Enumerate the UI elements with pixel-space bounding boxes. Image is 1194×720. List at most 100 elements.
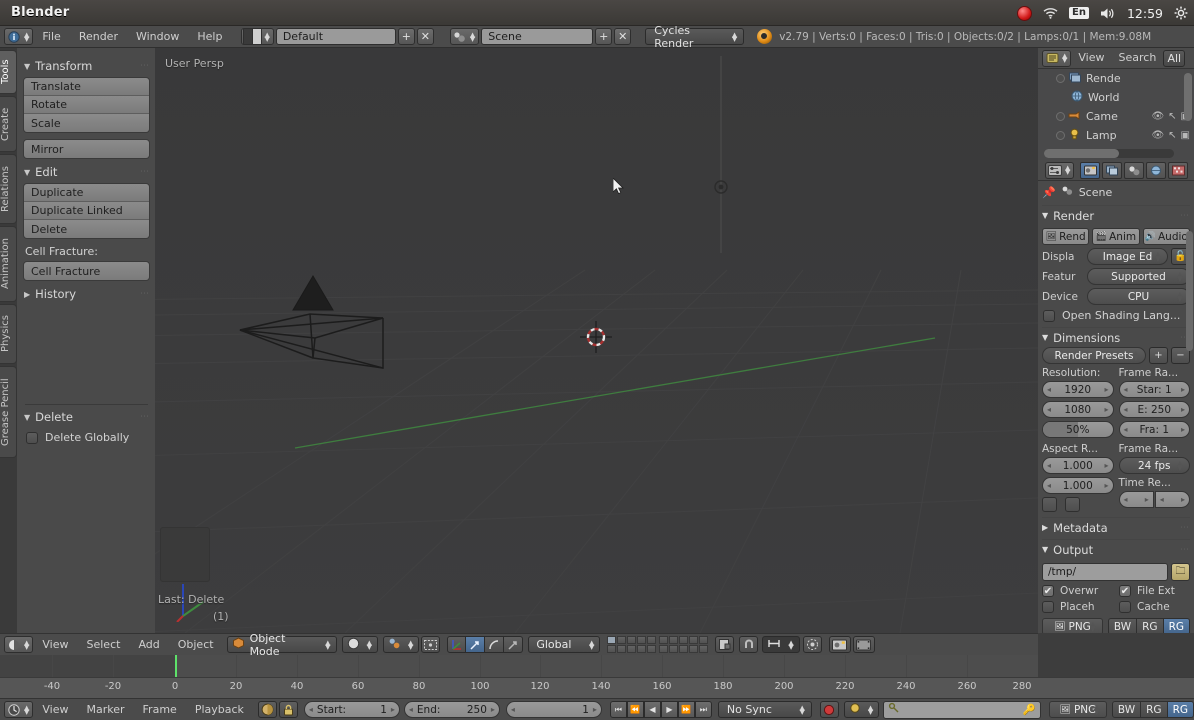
sync-mode-dropdown[interactable]: No Sync ▲ ▼ <box>717 701 812 718</box>
feature-set-dropdown[interactable]: Supported ▲ ▼ <box>1087 268 1190 285</box>
duplicate-linked-button[interactable]: Duplicate Linked <box>24 202 149 220</box>
outliner-row-lamp[interactable]: Lamp 👁 ↖ ▣ <box>1038 126 1194 145</box>
outliner-display-mode-dropdown[interactable]: All <box>1163 49 1186 67</box>
render-audio-button[interactable]: 🔊 Audio <box>1142 228 1190 245</box>
render-presets-dropdown[interactable]: Render Presets ▲ ▼ <box>1042 347 1146 364</box>
keying-set-type-dropdown[interactable]: ▲ ▼ <box>843 701 880 718</box>
delete-globally-row[interactable]: Delete Globally <box>26 431 150 444</box>
crop-checkbox[interactable] <box>1065 497 1080 512</box>
layer-5[interactable] <box>647 636 657 644</box>
expand-toggle-icon[interactable] <box>1056 112 1065 121</box>
manipulator-toggle[interactable] <box>447 636 467 653</box>
3d-viewport[interactable]: User Persp Last: Delete (1) <box>155 48 1038 633</box>
properties-tab-texture[interactable] <box>1168 161 1189 179</box>
outliner-row-camera[interactable]: Came 👁 ↖ ▣ <box>1038 107 1194 126</box>
cell-fracture-button[interactable]: Cell Fracture <box>24 262 149 280</box>
wifi-icon[interactable] <box>1043 7 1058 19</box>
camera-restrict-icon[interactable]: ▣ <box>1181 130 1190 141</box>
menu-window[interactable]: Window <box>127 26 188 48</box>
tab-grease-pencil[interactable]: Grease Pencil <box>0 366 17 458</box>
menu-file[interactable]: File <box>33 26 69 48</box>
properties-scrollbar[interactable] <box>1186 231 1193 351</box>
eye-icon[interactable]: 👁 <box>1151 111 1164 122</box>
start-frame-field[interactable]: ◂ Start: 1 ▸ <box>303 701 400 718</box>
view3d-menu-add[interactable]: Add <box>129 634 168 656</box>
outliner-row-renderlayers[interactable]: Rende <box>1038 69 1194 88</box>
play-reverse-button[interactable]: ◀ <box>643 701 661 718</box>
folder-icon[interactable]: 🗀 <box>1171 563 1190 581</box>
snap-magnet-icon[interactable] <box>739 636 759 653</box>
scale-manipulator-button[interactable] <box>504 636 524 653</box>
view3d-menu-select[interactable]: Select <box>78 634 130 656</box>
active-keying-set-field[interactable]: 🔑 <box>883 700 1041 719</box>
layer-13[interactable] <box>627 645 637 653</box>
render-engine-dropdown[interactable]: Cycles Render ▲ ▼ <box>645 24 745 50</box>
properties-tab-renderlayers[interactable] <box>1102 161 1123 179</box>
layer-10[interactable] <box>699 636 709 644</box>
operator-redo-panel-box[interactable] <box>160 527 210 582</box>
lock-icon[interactable] <box>278 701 298 718</box>
properties-tab-world[interactable] <box>1146 161 1167 179</box>
scene-name-field[interactable]: Scene <box>481 28 594 45</box>
panel-header-edit[interactable]: ▼ Edit ⋯ <box>24 165 150 179</box>
layer-19[interactable] <box>689 645 699 653</box>
auto-keyframe-record-icon[interactable] <box>257 701 277 718</box>
panel-header-dimensions[interactable]: ▼ Dimensions ⋯ <box>1042 327 1190 347</box>
osl-row[interactable]: Open Shading Lang... <box>1043 309 1190 322</box>
pivot-align-toggle[interactable] <box>421 636 441 653</box>
properties-tab-render[interactable] <box>1080 161 1101 179</box>
scene-layers-group-2[interactable] <box>659 636 709 653</box>
layer-20[interactable] <box>699 645 709 653</box>
tab-physics[interactable]: Physics <box>0 304 17 364</box>
previous-keyframe-button[interactable]: ⏪ <box>626 701 644 718</box>
keyboard-language-indicator[interactable]: En <box>1069 7 1089 19</box>
screen-add-button[interactable]: + <box>397 28 415 45</box>
layer-6[interactable] <box>659 636 669 644</box>
next-keyframe-button[interactable]: ⏩ <box>677 701 695 718</box>
duplicate-button[interactable]: Duplicate <box>24 184 149 202</box>
properties-tab-scene[interactable] <box>1124 161 1145 179</box>
color-mode-rgb[interactable]: RG <box>1137 618 1164 633</box>
lamp-object[interactable] <box>707 48 747 258</box>
mirror-button[interactable]: Mirror <box>24 140 149 158</box>
panel-header-render[interactable]: ▼ Render ⋯ <box>1042 205 1190 225</box>
panel-header-metadata[interactable]: ▶ Metadata ⋯ <box>1042 517 1190 537</box>
camera-object-wireframe[interactable] <box>235 218 475 398</box>
expand-toggle-icon[interactable] <box>1056 74 1065 83</box>
frame-start-field[interactable]: ◂ Star: 1 ▸ <box>1118 381 1190 398</box>
render-opengl-anim-icon[interactable] <box>852 636 875 653</box>
layer-7[interactable] <box>669 636 679 644</box>
snap-element-dropdown[interactable]: ▲ ▼ <box>762 636 800 653</box>
timeline-playhead[interactable] <box>175 655 177 677</box>
tab-animation[interactable]: Animation <box>0 226 17 302</box>
translate-manipulator-button[interactable] <box>466 636 486 653</box>
volume-icon[interactable] <box>1100 7 1116 20</box>
layer-1[interactable] <box>607 636 617 644</box>
delete-globally-checkbox[interactable] <box>26 431 38 444</box>
gear-icon[interactable] <box>1174 6 1188 20</box>
outliner-tree[interactable]: Rende World Came 👁 ↖ ▣ <box>1038 69 1194 160</box>
scene-layers-widget[interactable] <box>607 636 709 653</box>
outliner-row-world[interactable]: World <box>1038 88 1194 107</box>
resolution-y-field[interactable]: ◂ 1080 ▸ <box>1042 401 1114 418</box>
eye-icon[interactable]: 👁 <box>1151 130 1164 141</box>
output-path-field[interactable]: /tmp/ <box>1042 563 1168 581</box>
delete-button[interactable]: Delete <box>24 220 149 238</box>
aspect-x-field[interactable]: ◂ 1.000 ▸ <box>1042 457 1114 474</box>
editor-type-selector-properties[interactable]: ▲ ▼ <box>1045 161 1075 179</box>
layer-4[interactable] <box>637 636 647 644</box>
panel-header-output[interactable]: ▼ Output ⋯ <box>1042 539 1190 559</box>
timeline-menu-view[interactable]: View <box>33 699 77 720</box>
play-button[interactable]: ▶ <box>660 701 678 718</box>
layer-16[interactable] <box>659 645 669 653</box>
render-opengl-icon[interactable] <box>828 636 851 653</box>
cache-result-checkbox[interactable] <box>1119 601 1131 613</box>
editor-type-selector-outliner[interactable]: ▲ ▼ <box>1042 49 1072 67</box>
screen-delete-button[interactable]: ✕ <box>416 28 434 45</box>
jump-to-start-button[interactable]: ⏮ <box>609 701 627 718</box>
outliner-horizontal-scrollbar[interactable] <box>1044 149 1174 158</box>
clock[interactable]: 12:59 <box>1127 6 1163 21</box>
scene-delete-button[interactable]: ✕ <box>614 28 632 45</box>
scene-layers-group-1[interactable] <box>607 636 657 653</box>
timeline-color-mode-rgba[interactable]: RG <box>1167 701 1194 718</box>
